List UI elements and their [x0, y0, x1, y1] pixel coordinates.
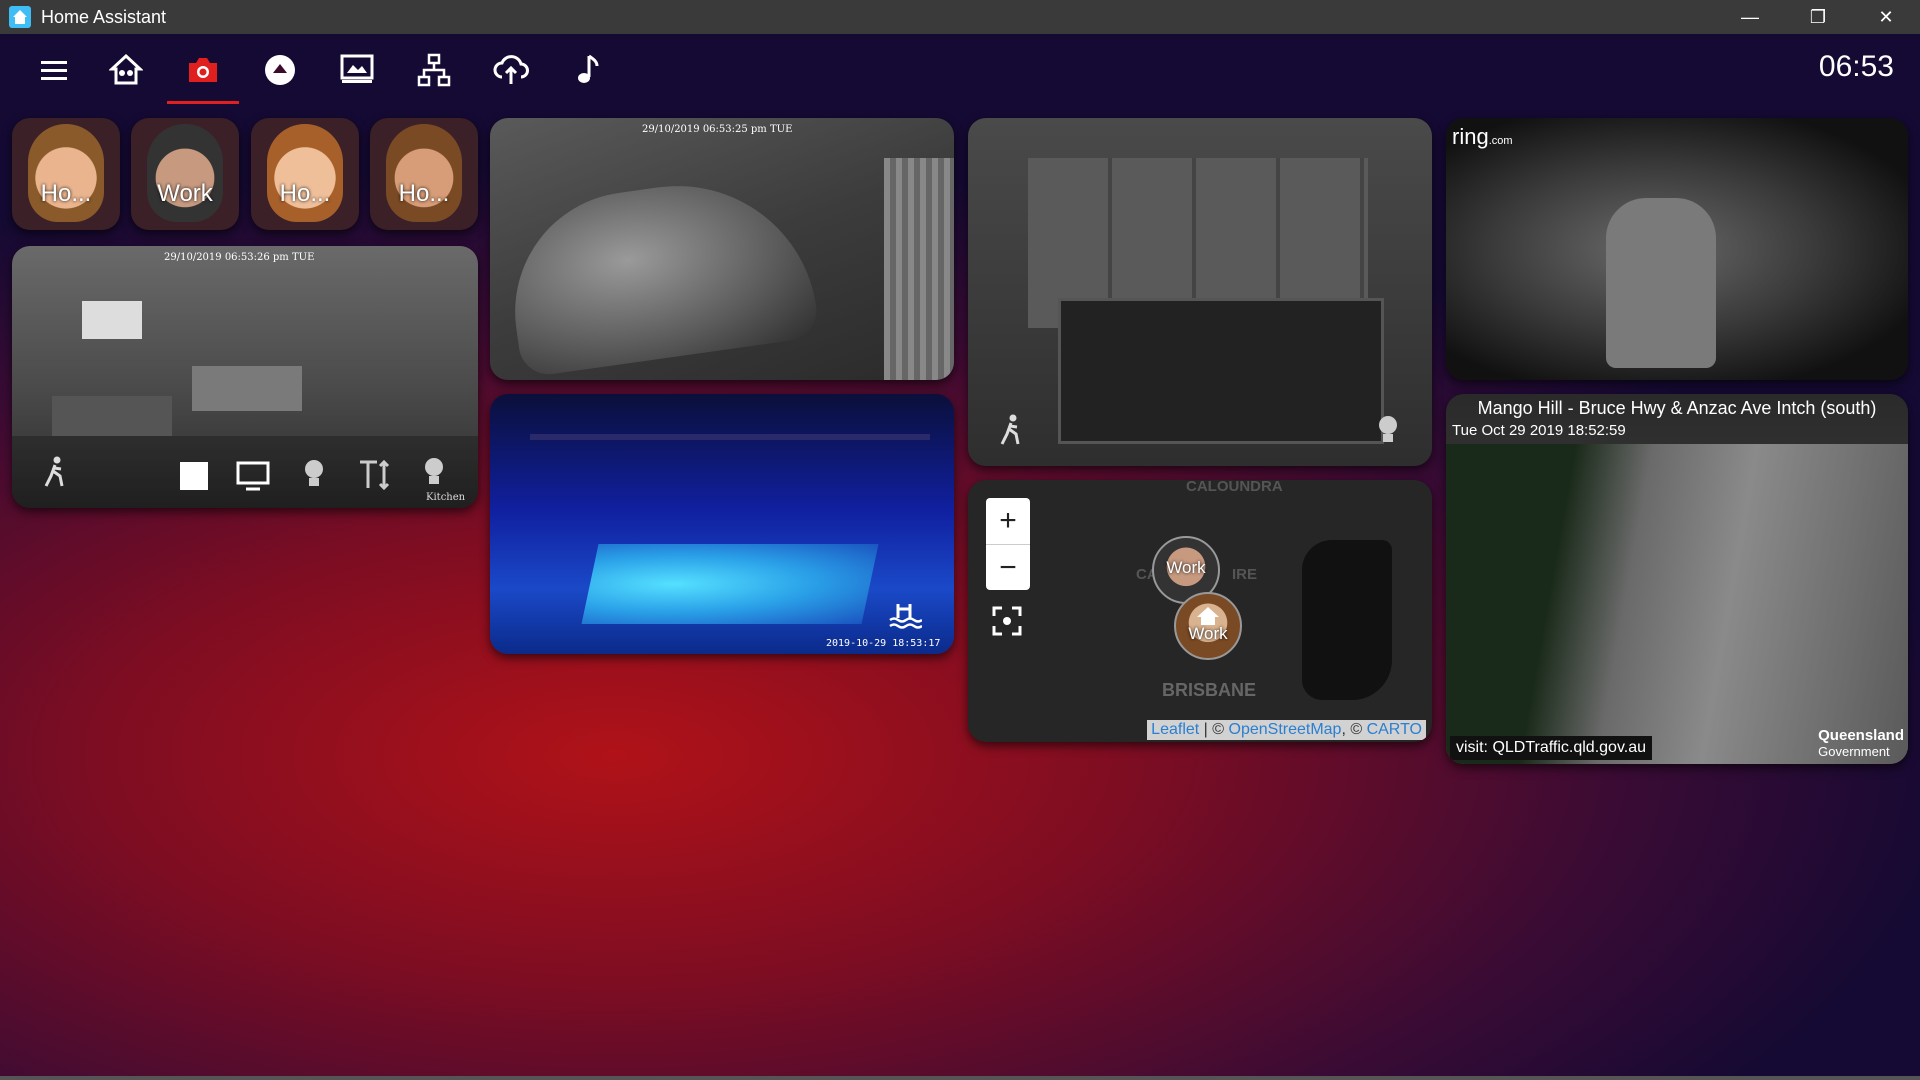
traffic-camera[interactable]: Mango Hill - Bruce Hwy & Anzac Ave Intch… [1446, 394, 1908, 764]
home-assistant-app-icon [9, 6, 31, 28]
carto-link[interactable]: CARTO [1367, 721, 1422, 738]
sofa [52, 396, 172, 436]
taskbar-edge [0, 1076, 1920, 1080]
person-badge[interactable]: Ho... [251, 118, 359, 230]
person-state: Ho... [40, 180, 92, 207]
text-height-icon[interactable] [357, 458, 391, 495]
menu-icon[interactable] [32, 50, 76, 90]
lightbulb-icon[interactable] [302, 458, 326, 495]
pool-fence [530, 434, 930, 440]
cloud-sync-icon[interactable] [489, 50, 533, 90]
person-state: Ho... [398, 180, 450, 207]
clock: 06:53 [1818, 50, 1894, 83]
zoom-in-button[interactable]: + [986, 498, 1030, 545]
minimize-button[interactable]: — [1716, 0, 1784, 34]
motion-icon[interactable] [42, 456, 68, 493]
person-badge[interactable]: Ho... [12, 118, 120, 230]
map-attribution: Leaflet | © OpenStreetMap, © CARTO [1147, 720, 1426, 740]
tv-icon[interactable] [236, 460, 270, 497]
leaflet-link[interactable]: Leaflet [1151, 721, 1199, 738]
person-badge[interactable]: Work [131, 118, 239, 230]
marker-label: Work [1166, 558, 1206, 577]
fence [884, 158, 954, 380]
traffic-camera-title: Mango Hill - Bruce Hwy & Anzac Ave Intch… [1477, 398, 1877, 418]
pool-icon[interactable] [888, 600, 923, 635]
view-toolbar: 06:53 [0, 34, 1920, 106]
home-icon [1197, 607, 1219, 625]
fit-bounds-icon[interactable] [992, 606, 1022, 641]
map-label-caloundra: CALOUNDRA [1186, 480, 1283, 495]
tv-glow [82, 301, 142, 339]
kitchen-label: Kitchen [426, 492, 466, 503]
coastline [1302, 540, 1392, 700]
kitchen-light-icon[interactable] [422, 456, 446, 493]
trailer [1058, 298, 1384, 444]
highway-scene [1446, 444, 1908, 764]
living-room-camera[interactable]: 29/10/2019 06:53:26 pm TUE Kitchen [12, 246, 478, 508]
active-view-indicator [167, 101, 239, 104]
close-button[interactable]: ✕ [1852, 0, 1920, 34]
network-icon[interactable] [412, 50, 456, 90]
map-label-partial-right: IRE [1232, 566, 1258, 583]
map-card[interactable]: CALOUNDRA CA IRE BRISBANE + − Work Work … [968, 480, 1432, 742]
traffic-camera-source: visit: QLDTraffic.qld.gov.au [1450, 736, 1652, 760]
driveway-camera[interactable]: 29/10/2019 06:53:25 pm TUE [490, 118, 954, 380]
map-zoom-control: + − [986, 498, 1030, 590]
camera-timestamp: 2019-10-29 18:53:17 [826, 638, 941, 649]
person-state: Work [157, 180, 213, 207]
home-group-icon[interactable] [104, 50, 148, 90]
openstreetmap-link[interactable]: OpenStreetMap [1229, 721, 1342, 738]
doorbell-camera[interactable]: ring.com [1446, 118, 1908, 380]
map-marker-person[interactable]: Work [1174, 592, 1242, 660]
map-label-brisbane: BRISBANE [1162, 680, 1257, 700]
sideboard [192, 366, 302, 411]
camera-timestamp: 29/10/2019 06:53:26 pm TUE [164, 252, 315, 263]
pool-water [581, 544, 879, 624]
restore-button[interactable]: ❐ [1784, 0, 1852, 34]
zoom-out-button[interactable]: − [986, 545, 1030, 591]
traffic-camera-date: Tue Oct 29 2019 18:52:59 [1452, 422, 1626, 439]
visitor-figure [1606, 198, 1716, 368]
window-title: Home Assistant [41, 6, 167, 27]
camera-timestamp: 29/10/2019 06:53:25 pm TUE [642, 124, 793, 135]
eject-icon[interactable] [258, 50, 302, 90]
motion-icon[interactable] [998, 414, 1024, 451]
lightbulb-icon[interactable] [1376, 414, 1400, 451]
qld-government-logo: Queensland Government [1818, 727, 1904, 760]
camera-icon[interactable] [181, 50, 225, 90]
ring-logo: ring.com [1452, 124, 1513, 149]
garage-camera[interactable] [968, 118, 1432, 466]
person-state: Ho... [279, 180, 331, 207]
stop-icon[interactable] [180, 462, 208, 495]
marker-label: Work [1188, 624, 1228, 643]
person-badge[interactable]: Ho... [370, 118, 478, 230]
parked-car [499, 167, 821, 379]
window-titlebar: Home Assistant — ❐ ✕ [0, 0, 1920, 34]
music-note-icon[interactable] [566, 50, 610, 90]
pool-camera[interactable]: 2019-10-29 18:53:17 [490, 394, 954, 654]
presentation-icon[interactable] [335, 50, 379, 90]
